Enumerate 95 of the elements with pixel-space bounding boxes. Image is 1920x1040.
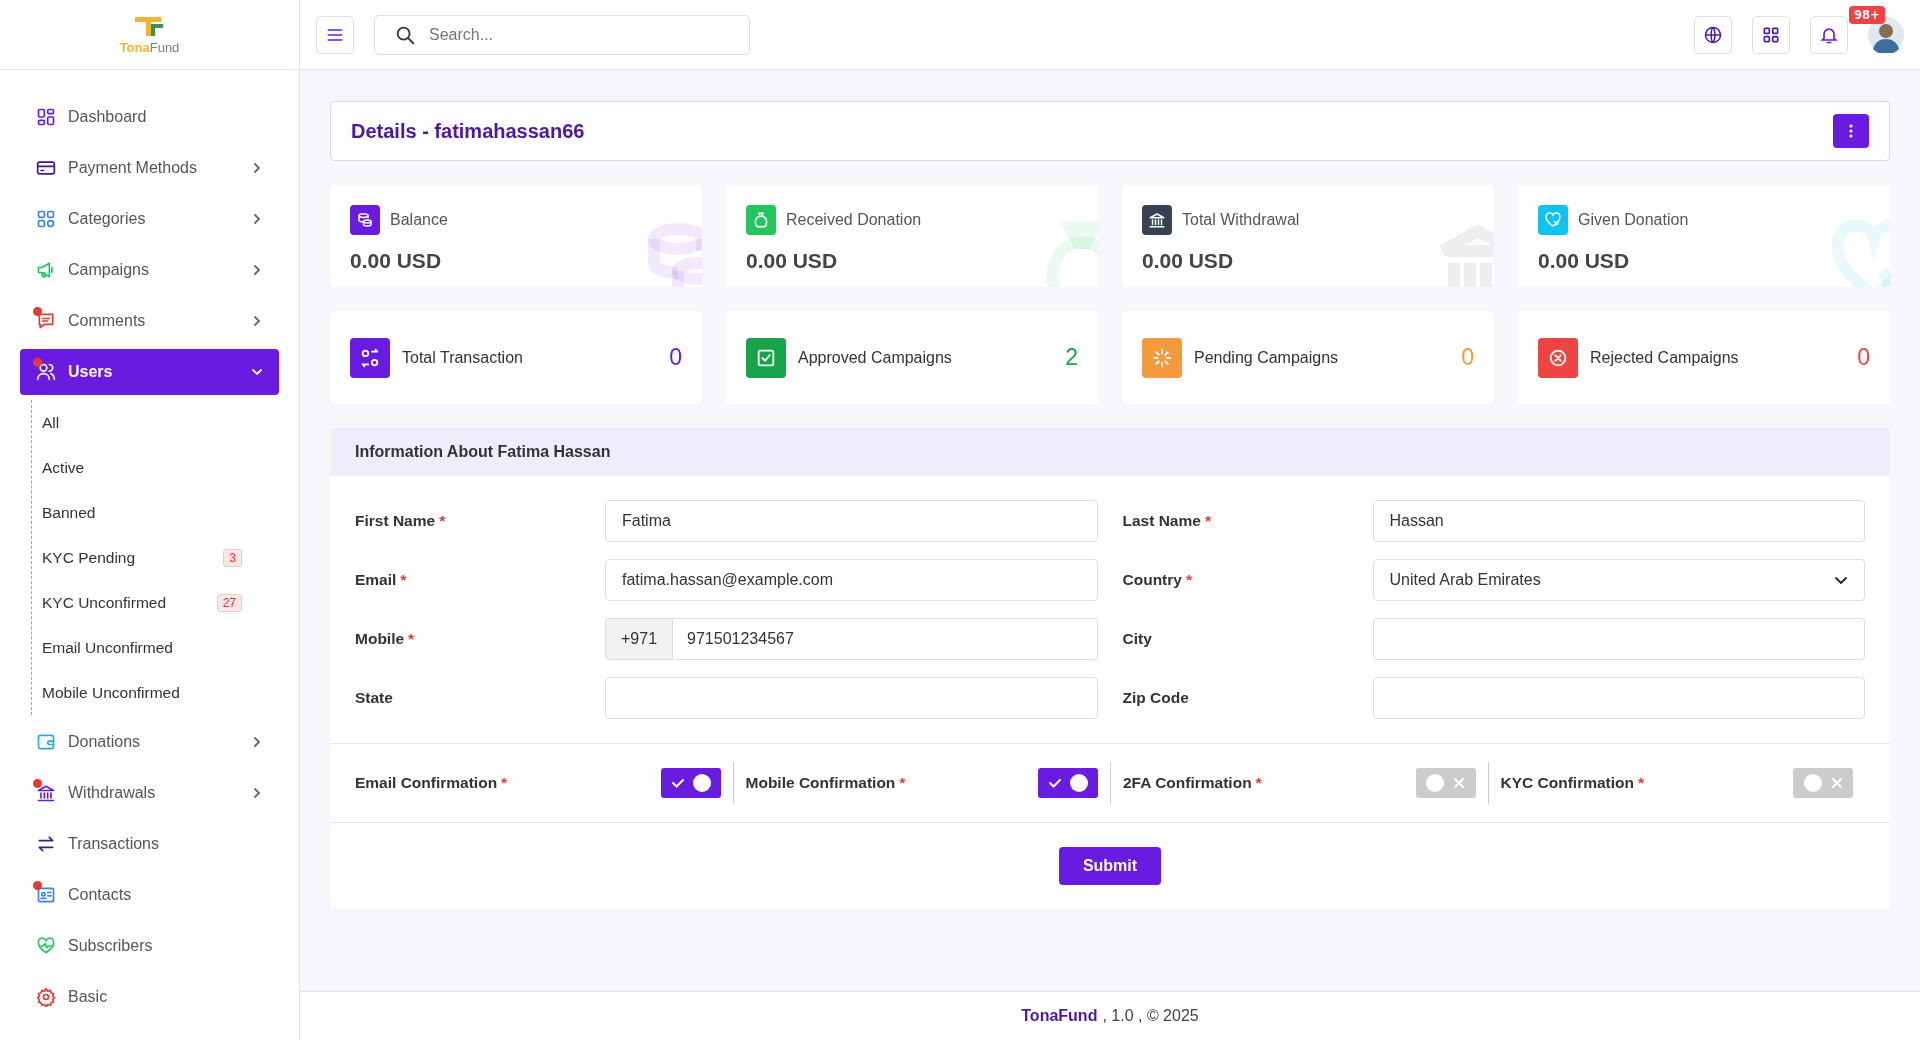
card-value: 0.00 USD (746, 249, 839, 273)
page-title: Details - fatimahassan66 (351, 119, 585, 143)
check-icon (1048, 776, 1062, 790)
panel-title: Information About Fatima Hassan (355, 443, 611, 461)
credit-card-icon (36, 158, 56, 178)
field-label: Last Name * (1122, 512, 1212, 530)
menu-button[interactable] (316, 15, 354, 54)
card-count: 0 (669, 344, 682, 371)
count-badge: 3 (223, 548, 242, 567)
logo-text: TonaFund (119, 39, 180, 55)
globe-icon (1703, 24, 1723, 45)
chat-icon (36, 311, 56, 331)
field-label: Mobile * (355, 630, 416, 648)
card-label: Received Donation (786, 211, 922, 229)
card-label: Total Withdrawal (1182, 211, 1300, 229)
more-icon (1849, 124, 1853, 138)
toggle-switch[interactable] (1793, 768, 1853, 798)
footer-link[interactable]: TonaFund (1021, 1007, 1098, 1025)
submenu-item[interactable]: KYC Unconfirmed 27 (32, 580, 242, 625)
language-button[interactable] (1694, 15, 1732, 54)
more-button[interactable] (1833, 114, 1869, 148)
input-field[interactable] (605, 677, 1098, 719)
toggle-label: 2FA Confirmation * (1123, 774, 1262, 792)
submenu-item[interactable]: All (32, 400, 242, 445)
card-value: 0.00 USD (1142, 249, 1235, 273)
heart-icon (36, 936, 56, 956)
input-field[interactable] (1372, 677, 1865, 719)
close-icon (1453, 777, 1465, 789)
sidebar-item[interactable]: Donations (20, 719, 279, 765)
logo-icon (133, 14, 166, 39)
card-label: Pending Campaigns (1194, 348, 1340, 367)
field-label: Country * (1122, 571, 1193, 589)
megaphone-icon (36, 260, 56, 280)
grid-icon (36, 107, 56, 127)
sidebar-item[interactable]: Campaigns (20, 247, 279, 293)
submenu-item[interactable]: KYC Pending 3 (32, 535, 242, 580)
arrows-icon (36, 834, 56, 854)
sidebar-item[interactable]: Withdrawals (20, 770, 279, 816)
field-label: State (355, 689, 394, 707)
card-count: 0 (1857, 344, 1870, 371)
country-select[interactable]: United Arab Emirates (1372, 559, 1865, 601)
count-badge: 27 (216, 593, 242, 612)
notification-badge: 98+ (1849, 5, 1885, 24)
apps-button[interactable] (1752, 15, 1790, 54)
card-count: 0 (1461, 344, 1474, 371)
card-value: 0.00 USD (1538, 249, 1631, 273)
toggle-label: Mobile Confirmation * (745, 774, 906, 792)
toggle-switch[interactable] (1415, 768, 1476, 798)
sidebar-item[interactable]: Dashboard (20, 94, 279, 140)
submenu-item[interactable]: Banned (32, 490, 242, 535)
toggle-switch[interactable] (660, 768, 721, 798)
settings-icon (36, 987, 56, 1007)
sidebar-item[interactable]: Contacts (20, 872, 279, 918)
sidebar-item[interactable]: Comments (20, 298, 279, 344)
toggle-label: Email Confirmation * (355, 774, 508, 792)
wallet-icon (36, 732, 56, 752)
country-code: +971 (605, 618, 674, 660)
grid-icon (36, 209, 56, 229)
toggle-switch[interactable] (1038, 768, 1098, 798)
field-label: Zip Code (1122, 689, 1190, 707)
card-count: 2 (1065, 344, 1078, 371)
contact-card-icon (36, 885, 56, 905)
search-field[interactable]: Search... (374, 14, 750, 55)
submit-button[interactable]: Submit (1058, 847, 1162, 885)
sidebar-item[interactable]: Subscribers (20, 923, 279, 969)
card-label: Approved Campaigns (798, 348, 953, 367)
input-field[interactable]: fatima.hassan@example.com (605, 559, 1098, 601)
logo[interactable]: TonaFund (119, 14, 180, 55)
field-label: First Name * (355, 512, 447, 530)
card-value: 0.00 USD (350, 249, 443, 273)
submenu-item[interactable]: Mobile Unconfirmed (32, 670, 242, 715)
toggle-label: KYC Confirmation * (1500, 774, 1644, 792)
sidebar-item[interactable]: Transactions (20, 821, 279, 867)
submenu-item[interactable]: Active (32, 445, 242, 490)
phone-field[interactable]: 971501234567 (673, 618, 1098, 660)
field-label: Email * (355, 571, 408, 589)
users-icon (36, 362, 56, 382)
footer-text: , 1.0 , © 2025 (1102, 1007, 1199, 1025)
submenu-item[interactable]: Email Unconfirmed (32, 625, 242, 670)
sidebar-item[interactable]: Users (20, 349, 279, 395)
sidebar-item[interactable]: Payment Methods (20, 145, 279, 191)
card-label: Rejected Campaigns (1590, 348, 1740, 367)
card-label: Total Transaction (402, 348, 524, 367)
field-label: City (1122, 630, 1153, 648)
notifications-button[interactable] (1810, 15, 1848, 54)
input-field[interactable] (1372, 618, 1865, 660)
input-field[interactable]: Fatima (605, 500, 1098, 542)
sidebar-item[interactable]: Basic (20, 974, 279, 1020)
close-icon (1830, 777, 1843, 789)
bank-icon (36, 783, 56, 803)
sidebar-item[interactable]: Categories (20, 196, 279, 242)
card-label: Balance (390, 211, 448, 229)
card-label: Given Donation (1578, 211, 1689, 229)
check-icon (670, 776, 685, 790)
input-field[interactable]: Hassan (1372, 500, 1865, 542)
